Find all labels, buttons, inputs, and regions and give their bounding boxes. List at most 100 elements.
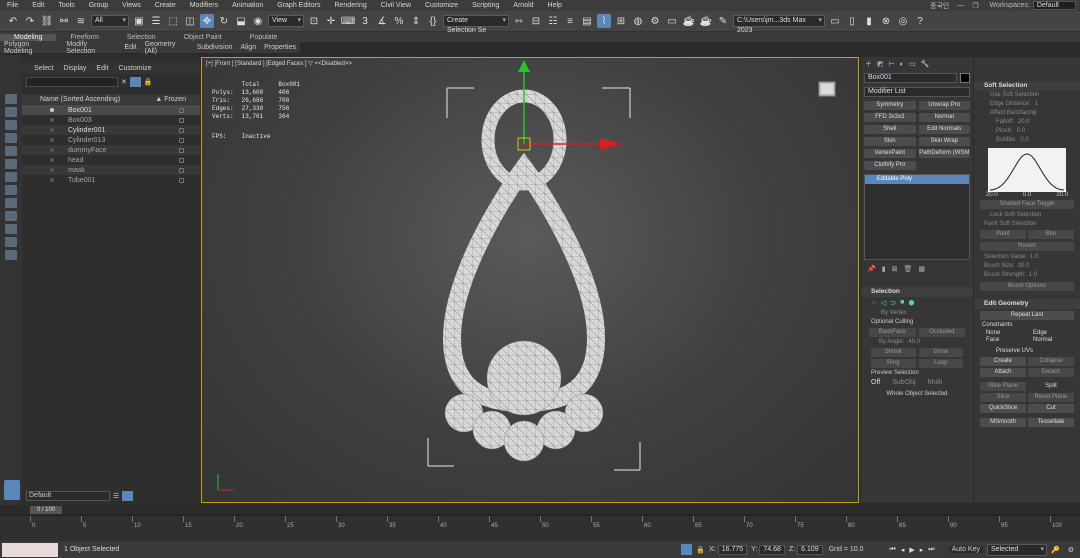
collapse-button[interactable]: Collapse <box>1028 357 1074 366</box>
project-path-dropdown[interactable]: C:\Users\jm...3ds Max 2023 <box>733 15 825 34</box>
modifier-button[interactable]: Shell <box>864 125 916 134</box>
modifier-button[interactable]: Skin Wrap <box>918 137 970 146</box>
slice-plane-button[interactable]: Slice Plane <box>980 382 1026 391</box>
minimize-icon[interactable]: — <box>957 2 964 9</box>
window-crossing-icon[interactable]: ◫ <box>183 14 197 28</box>
border-level-icon[interactable]: ⊃ <box>890 299 896 307</box>
y-coordinate-field[interactable]: 74.68 <box>759 544 785 555</box>
loop-button[interactable]: Loop <box>918 359 963 368</box>
list-item[interactable]: Cylinder001 <box>22 125 200 135</box>
create-button[interactable]: Create <box>980 357 1026 366</box>
pin-icon[interactable]: ⊗ <box>879 14 893 28</box>
scene-explorer-icon[interactable]: ☷ <box>546 14 560 28</box>
preview-subobj-radio[interactable]: SubObj <box>892 379 915 386</box>
modifier-button[interactable]: Normal <box>918 113 970 122</box>
stack-item-editable-poly[interactable]: Editable Poly <box>865 175 969 184</box>
edge-distance-spinner[interactable]: 1 <box>1035 100 1038 109</box>
modifier-button[interactable]: Unwrap Pro <box>918 101 970 110</box>
brush-options-button[interactable]: Brush Options <box>980 282 1074 291</box>
menu-scripting[interactable]: Scripting <box>465 2 506 9</box>
tab-selection[interactable]: Selection <box>113 34 170 41</box>
menu-arnold[interactable]: Arnold <box>506 2 540 9</box>
modifier-button[interactable]: Clothify Pro <box>864 161 916 170</box>
selection-filter-dropdown[interactable]: All <box>91 15 129 27</box>
panel-align[interactable]: Align <box>237 44 261 51</box>
spinner-snap-icon[interactable]: ⇕ <box>409 14 423 28</box>
detach-button[interactable]: Detach <box>1028 368 1074 377</box>
menu-help[interactable]: Help <box>541 2 569 9</box>
undo-icon[interactable]: ↶ <box>6 14 20 28</box>
mirror-icon[interactable]: ⇿ <box>512 14 526 28</box>
modifier-button[interactable]: Symmetry <box>864 101 916 110</box>
display-shapes-icon[interactable] <box>5 107 17 117</box>
modifier-button[interactable]: VertexPaint <box>864 149 916 158</box>
tab-modeling[interactable]: Modeling <box>0 33 57 41</box>
bubble-spinner[interactable]: 0.0 <box>1020 136 1028 145</box>
help-icon[interactable]: ? <box>913 14 927 28</box>
redo-icon[interactable]: ↷ <box>23 14 37 28</box>
brush-size-spinner[interactable]: 20.0 <box>1018 262 1030 271</box>
display-spacewarps-icon[interactable] <box>5 159 17 169</box>
set-key-filter-dropdown[interactable]: Selected <box>987 543 1047 556</box>
ring-button[interactable]: Ring <box>871 359 916 368</box>
display-geometry-icon[interactable] <box>5 94 17 104</box>
display-cameras-icon[interactable] <box>5 133 17 143</box>
edit-named-selection-icon[interactable]: {} <box>426 14 440 28</box>
by-vertex-checkbox[interactable]: By Vertex <box>861 309 973 318</box>
hierarchy-tab-icon[interactable]: ⊢ <box>889 60 895 68</box>
msmooth-button[interactable]: MSmooth <box>980 418 1026 427</box>
snaps-toggle-icon[interactable]: 3 <box>358 14 372 28</box>
list-item[interactable]: Box001 <box>22 105 200 115</box>
modifier-button[interactable]: PathDeform (WSM <box>918 149 970 158</box>
use-soft-selection-checkbox[interactable]: Use Soft Selection <box>974 91 1080 100</box>
display-lights-icon[interactable] <box>5 120 17 130</box>
maxscript-listener-icon[interactable] <box>4 480 20 500</box>
display-helpers-icon[interactable] <box>5 146 17 156</box>
panel-modify-selection[interactable]: Modify Selection <box>62 41 120 55</box>
selection-value-spinner[interactable]: 1.0 <box>1030 253 1038 262</box>
menu-edit[interactable]: Edit <box>25 2 51 9</box>
menu-file[interactable]: File <box>0 2 25 9</box>
cut-button[interactable]: Cut <box>1028 404 1074 413</box>
isolate-icon[interactable] <box>681 544 693 555</box>
explorer-menu-display[interactable]: Display <box>63 65 86 72</box>
panel-polygon-modeling[interactable]: Polygon Modeling <box>0 41 62 55</box>
constraint-edge-radio[interactable]: Edge <box>1033 330 1080 336</box>
edge-distance-checkbox[interactable]: Edge Distance: <box>990 100 1031 109</box>
list-item[interactable]: head <box>22 155 200 165</box>
modifier-button[interactable]: FFD 3x3x3 <box>864 113 916 122</box>
polygon-level-icon[interactable]: ■ <box>900 299 904 307</box>
layer-manager-icon[interactable]: ☰ <box>113 492 119 500</box>
find-icon[interactable] <box>129 77 141 87</box>
display-none-icon[interactable] <box>5 224 17 234</box>
rendered-frame-window-icon[interactable]: ▭ <box>665 14 679 28</box>
pin-stack-icon[interactable]: 📌 <box>867 265 876 273</box>
selection-rollout-header[interactable]: Selection <box>861 287 973 297</box>
menu-animation[interactable]: Animation <box>225 2 270 9</box>
schematic-view-icon[interactable]: ⊞ <box>614 14 628 28</box>
preview-multi-radio[interactable]: Multi <box>928 379 943 386</box>
modifier-button[interactable]: Skin <box>864 137 916 146</box>
repeat-last-button[interactable]: Repeat Last <box>980 311 1074 320</box>
panel-properties[interactable]: Properties <box>260 44 300 51</box>
panel-geometry[interactable]: Geometry (All) <box>141 41 193 55</box>
menu-views[interactable]: Views <box>115 2 148 9</box>
panel-subdivision[interactable]: Subdivision <box>193 44 237 51</box>
z-coordinate-field[interactable]: 6.109 <box>797 544 823 555</box>
pivot-center-icon[interactable]: ⊡ <box>307 14 321 28</box>
explorer-menu-customize[interactable]: Customize <box>118 65 151 72</box>
go-to-start-icon[interactable]: ⏮ <box>890 546 896 554</box>
display-invert-icon[interactable] <box>5 237 17 247</box>
list-item[interactable]: Cylinder013 <box>22 135 200 145</box>
menu-civil-view[interactable]: Civil View <box>374 2 418 9</box>
arnold-render-icon[interactable]: ◎ <box>896 14 910 28</box>
affect-backfacing-checkbox[interactable]: Affect Backfacing <box>974 109 1080 118</box>
constraint-normal-radio[interactable]: Normal <box>1033 337 1080 343</box>
display-tab-icon[interactable]: ▭ <box>909 60 916 68</box>
column-frozen[interactable]: ▲ Frozen <box>155 96 186 103</box>
configure-modifier-sets-icon[interactable]: ▦ <box>918 265 925 273</box>
key-icon[interactable]: 🔑 <box>1051 546 1060 554</box>
list-item[interactable]: mask <box>22 165 200 175</box>
rectangular-selection-icon[interactable]: ⬚ <box>166 14 180 28</box>
open-folder-icon[interactable]: ▯ <box>845 14 859 28</box>
